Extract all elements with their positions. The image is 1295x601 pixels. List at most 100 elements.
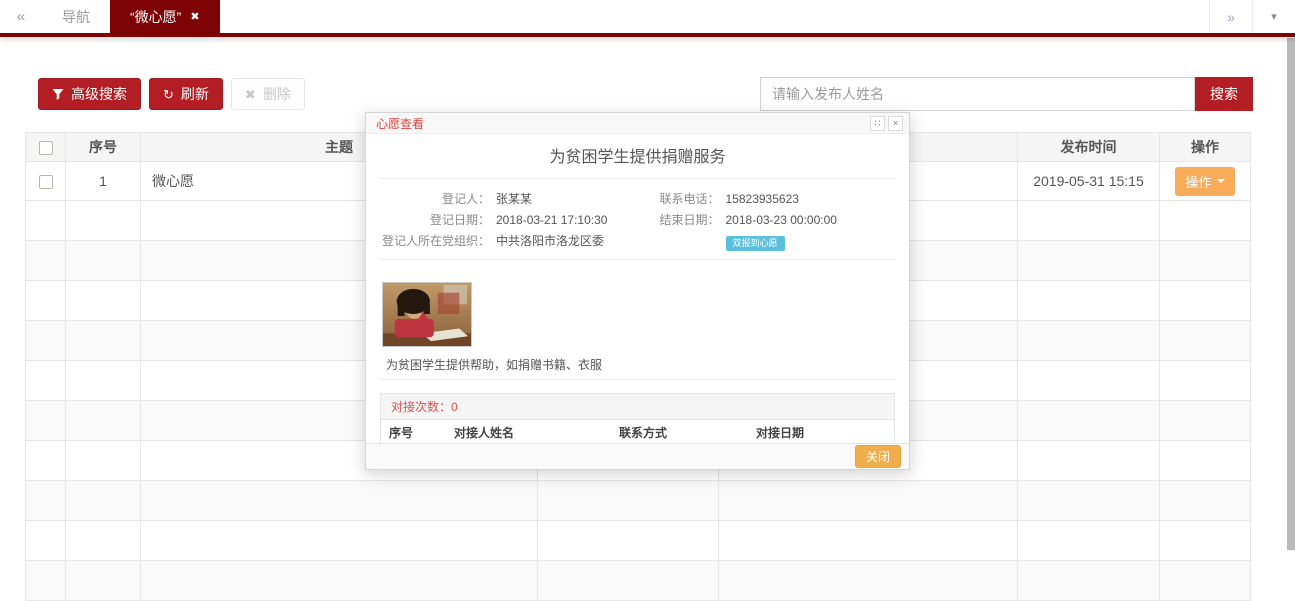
chevron-double-right-icon: » (1227, 9, 1235, 25)
tab-label: “微心愿” (130, 7, 181, 27)
row-index-cell: 1 (66, 162, 141, 201)
tabs-collapse-button[interactable]: « (0, 0, 42, 33)
field-registrant: 登记人： 张某某 (380, 189, 638, 210)
row-action-cell: 操作 (1160, 162, 1251, 201)
table-cell-empty (1018, 281, 1160, 321)
dock-count-label: 对接次数： (391, 400, 451, 414)
row-checkbox[interactable] (39, 175, 53, 189)
table-cell-empty (66, 281, 141, 321)
table-cell-empty (1160, 401, 1251, 441)
row-publish-time-cell: 2019-05-31 15:15 (1018, 162, 1160, 201)
table-row-empty (26, 561, 1251, 601)
field-value: 2018-03-21 17:10:30 (496, 210, 607, 231)
table-cell-empty (538, 561, 719, 601)
table-cell-empty (66, 361, 141, 401)
table-cell-empty (538, 521, 719, 561)
select-all-checkbox[interactable] (39, 141, 53, 155)
brand-underline (0, 33, 1295, 37)
tab-close-icon[interactable]: ✖ (190, 10, 199, 23)
table-cell-empty (719, 561, 1018, 601)
field-label: 结束日期： (638, 210, 720, 231)
table-cell-empty (66, 441, 141, 481)
select-all-cell (26, 133, 66, 162)
advanced-search-button[interactable]: 高级搜索 (38, 78, 141, 110)
field-party-org: 登记人所在党组织： 中共洛阳市洛龙区委 (380, 231, 638, 252)
table-cell-empty (719, 481, 1018, 521)
tab-label: 导航 (62, 7, 90, 27)
table-cell-empty (1160, 441, 1251, 481)
close-icon: × (893, 118, 898, 128)
dialog-window-buttons: ∷ × (870, 116, 903, 131)
search-input[interactable] (760, 77, 1195, 111)
table-cell-empty (26, 401, 66, 441)
field-label: 登记人： (380, 189, 490, 210)
search-button[interactable]: 搜索 (1195, 77, 1253, 111)
dialog-footer: 关闭 (366, 443, 909, 469)
dialog-header[interactable]: 心愿查看 ∷ × (366, 113, 909, 134)
search-group: 搜索 (760, 77, 1253, 111)
table-cell-empty (1018, 561, 1160, 601)
dialog-maximize-button[interactable]: ∷ (870, 116, 885, 131)
table-cell-empty (141, 481, 538, 521)
table-cell-empty (1160, 561, 1251, 601)
close-dialog-label: 关闭 (866, 450, 890, 464)
table-cell-empty (66, 481, 141, 521)
table-cell-empty (141, 561, 538, 601)
table-cell-empty (141, 521, 538, 561)
tab-bar: « 导航 “微心愿” ✖ » ▾ (0, 0, 1295, 33)
table-cell-empty (26, 281, 66, 321)
table-cell-empty (1018, 201, 1160, 241)
divider (380, 259, 895, 260)
col-header-publish-time: 发布时间 (1018, 133, 1160, 162)
dock-col-name: 对接人姓名 (446, 420, 611, 446)
advanced-search-label: 高级搜索 (71, 84, 127, 104)
field-phone: 联系电话： 15823935623 (638, 189, 896, 210)
chevron-down-icon: ▾ (1271, 10, 1277, 23)
table-cell-empty (26, 201, 66, 241)
tab-navigation[interactable]: 导航 (42, 0, 110, 33)
table-cell-empty (66, 401, 141, 441)
wish-type-badge: 双报到心愿 (726, 236, 785, 251)
table-cell-empty (1160, 481, 1251, 521)
col-header-action: 操作 (1160, 133, 1251, 162)
refresh-button[interactable]: ↻ 刷新 (149, 78, 223, 110)
table-cell-empty (719, 521, 1018, 561)
refresh-label: 刷新 (181, 84, 209, 104)
dock-count-value: 0 (451, 400, 458, 414)
field-value: 15823935623 (726, 189, 799, 210)
table-cell-empty (1018, 441, 1160, 481)
wish-caption: 为贫困学生提供帮助，如捐赠书籍、衣服 (386, 356, 895, 373)
dock-header-row: 序号 对接人姓名 联系方式 对接日期 (381, 420, 894, 446)
table-cell-empty (66, 241, 141, 281)
field-value: 张某某 (496, 189, 532, 210)
chevron-down-icon (1217, 179, 1225, 183)
field-value: 中共洛阳市洛龙区委 (496, 231, 604, 252)
table-cell-empty (1160, 281, 1251, 321)
field-badge: 双报到心愿 (726, 233, 896, 252)
field-value: 2018-03-23 00:00:00 (726, 210, 837, 231)
dialog-close-button[interactable]: × (888, 116, 903, 131)
tab-micro-wish[interactable]: “微心愿” ✖ (110, 0, 220, 33)
close-dialog-button[interactable]: 关闭 (855, 445, 901, 468)
tabs-overflow-button[interactable]: » (1209, 0, 1252, 33)
wish-title: 为贫困学生提供捐赠服务 (380, 134, 895, 178)
row-action-button[interactable]: 操作 (1175, 167, 1234, 196)
delete-icon: ✖ (245, 88, 256, 101)
delete-button[interactable]: ✖ 删除 (231, 78, 305, 110)
dialog-title: 心愿查看 (376, 115, 424, 132)
tabbar-controls: » ▾ (1209, 0, 1295, 33)
wish-view-dialog: 心愿查看 ∷ × 为贫困学生提供捐赠服务 登记人： 张某某 联系电话： 1582… (365, 112, 910, 470)
table-cell-empty (26, 481, 66, 521)
table-cell-empty (26, 521, 66, 561)
tabs-menu-button[interactable]: ▾ (1252, 0, 1295, 33)
field-label: 登记日期： (380, 210, 490, 231)
child-student-photo (382, 282, 472, 347)
scrollbar-thumb[interactable] (1287, 38, 1295, 550)
table-cell-empty (1018, 241, 1160, 281)
table-cell-empty (26, 441, 66, 481)
dock-count: 对接次数：0 (381, 394, 894, 420)
table-cell-empty (538, 481, 719, 521)
chevron-double-left-icon: « (17, 8, 25, 25)
table-cell-empty (1160, 201, 1251, 241)
table-cell-empty (1160, 521, 1251, 561)
